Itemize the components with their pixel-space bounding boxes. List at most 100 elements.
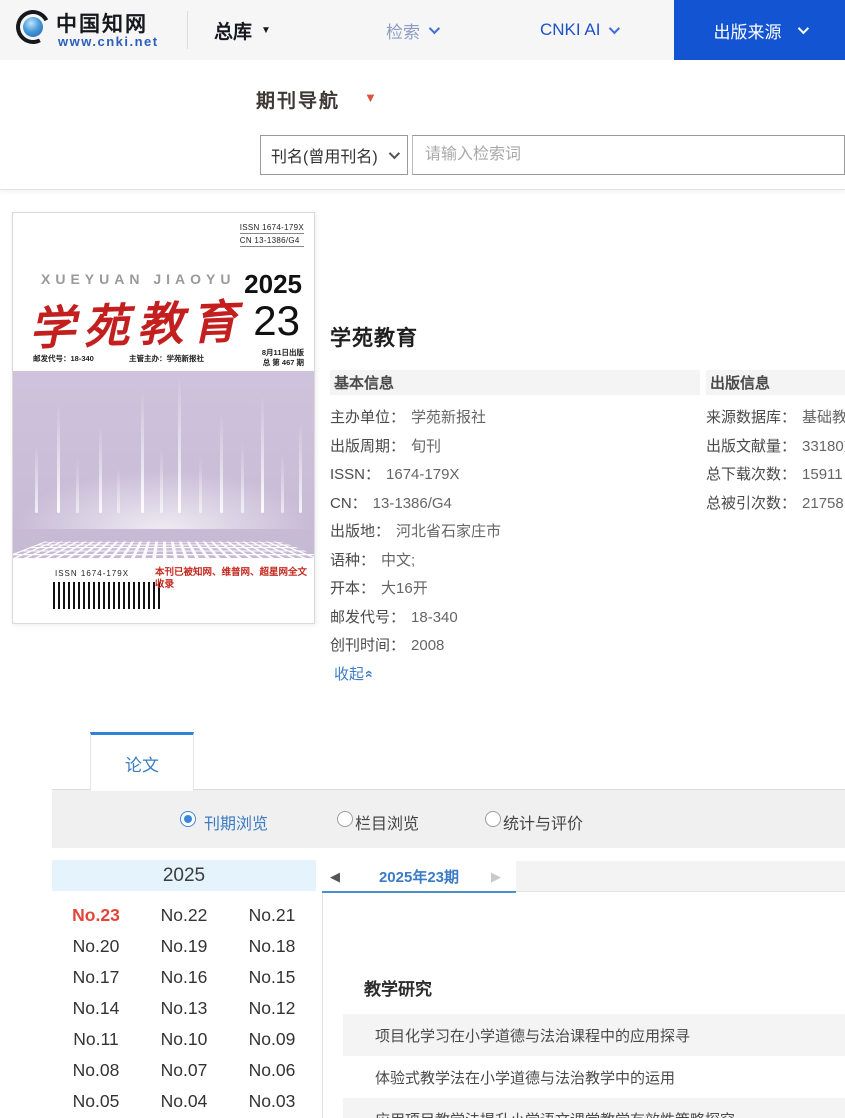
article-panel-left-border — [322, 893, 323, 1118]
pub-info-header: 出版信息 — [706, 370, 845, 395]
issue-link[interactable]: No.19 — [140, 931, 228, 962]
chevron-down-icon — [428, 22, 441, 35]
collapse-up-icon: « — [361, 670, 378, 678]
search-input[interactable] — [412, 135, 845, 175]
year-header[interactable]: 2025 — [52, 860, 316, 891]
issue-link[interactable]: No.21 — [228, 900, 316, 931]
radio-stats-evaluation[interactable] — [485, 811, 501, 827]
radio-column-browse[interactable] — [337, 811, 353, 827]
issue-link[interactable]: No.03 — [228, 1086, 316, 1117]
nav-divider — [187, 11, 188, 49]
info-row: 来源数据库：基础教育 — [706, 409, 845, 426]
issue-link[interactable]: No.04 — [140, 1086, 228, 1117]
article-title-link[interactable]: 应用项目教学法提升小学语文课堂教学有效性策略探究 — [375, 1109, 735, 1118]
info-row: 总被引次数： 21758 — [706, 495, 844, 512]
issue-link[interactable]: No.20 — [52, 931, 140, 962]
page: 中国知网 www.cnki.net 总库 ▼ 检索 CNKI AI 出版来源 期… — [0, 0, 845, 1118]
info-row: 出版地： 河北省石家庄市 — [330, 523, 502, 540]
cover-cn-text: CN 13-1386/G4 — [239, 236, 304, 247]
nav-search-label: 检索 — [386, 22, 420, 42]
current-issue-tab[interactable]: 2025年23期 — [322, 866, 516, 887]
article-title-link[interactable]: 体验式教学法在小学道德与法治教学中的运用 — [375, 1067, 675, 1088]
article-row[interactable]: 应用项目教学法提升小学语文课堂教学有效性策略探究 — [343, 1098, 845, 1118]
chevron-down-icon — [609, 22, 621, 35]
cover-bottom-section: ISSN 1674-179X 本刊已被知网、维普网、超星网全文收录 — [13, 559, 314, 623]
issue-link[interactable]: No.05 — [52, 1086, 140, 1117]
issue-link[interactable]: No.11 — [52, 1024, 140, 1055]
issue-link[interactable]: No.13 — [140, 993, 228, 1024]
issue-link[interactable]: No.16 — [140, 962, 228, 993]
nav-pubsource-label: 出版来源 — [713, 22, 782, 42]
issue-tabstrip-rest — [516, 861, 845, 892]
search-field-select-value: 刊名(曾用刊名) — [271, 149, 378, 166]
top-nav-bar: 中国知网 www.cnki.net 总库 ▼ 检索 CNKI AI 出版来源 — [0, 0, 845, 60]
info-row: 语种： 中文; — [330, 552, 416, 569]
issue-link[interactable]: No.18 — [228, 931, 316, 962]
radio-column-browse-label[interactable]: 栏目浏览 — [355, 810, 419, 834]
cover-included-note: 本刊已被知网、维普网、超星网全文收录 — [155, 567, 308, 590]
year-label: 2025 — [162, 864, 206, 886]
issue-link[interactable]: No.22 — [140, 900, 228, 931]
next-issue-arrow-icon[interactable]: ▶ — [491, 869, 501, 885]
issue-link[interactable]: No.12 — [228, 993, 316, 1024]
article-row[interactable]: 体验式教学法在小学道德与法治教学中的运用 — [343, 1056, 845, 1098]
nav-zongku-label: 总库 — [214, 21, 253, 43]
article-row[interactable]: 项目化学习在小学道德与法治课程中的应用探寻 — [343, 1014, 845, 1056]
info-row: 开本： 大16开 — [330, 580, 428, 597]
issue-link[interactable]: No.15 — [228, 962, 316, 993]
globe-icon — [11, 5, 55, 49]
cnki-logo[interactable]: 中国知网 www.cnki.net — [11, 5, 181, 52]
basic-info-header-label: 基本信息 — [334, 375, 395, 392]
cover-top-section: ISSN 1674-179X CN 13-1386/G4 XUEYUAN JIA… — [13, 213, 314, 371]
info-row: 邮发代号： 18-340 — [330, 609, 458, 626]
cover-issue-number: 23 — [253, 297, 300, 344]
cover-organizer: 主管主办：学苑新报社 — [129, 354, 204, 363]
barcode-graphic — [53, 582, 161, 609]
info-row: 创刊时间： 2008 — [330, 637, 445, 654]
issue-link[interactable]: No.10 — [140, 1024, 228, 1055]
logo-url-text: www.cnki.net — [58, 34, 159, 49]
radio-issue-browse[interactable] — [180, 811, 196, 827]
radio-issue-browse-label[interactable]: 刊期浏览 — [204, 810, 268, 834]
info-row: 主办单位： 学苑新报社 — [330, 409, 487, 426]
issue-link[interactable]: No.06 — [228, 1055, 316, 1086]
cover-postal-code: 邮发代号：18-340 — [33, 354, 94, 363]
issue-link[interactable]: No.08 — [52, 1055, 140, 1086]
cover-issn-text: ISSN 1674-179X — [239, 223, 304, 234]
caret-down-icon: ▼ — [261, 24, 271, 36]
journal-nav-dropdown-icon[interactable]: ▼ — [364, 90, 377, 105]
journal-nav-title[interactable]: 期刊导航 — [256, 86, 340, 113]
search-field-select[interactable]: 刊名(曾用刊名) — [260, 135, 408, 175]
cover-year: 2025 — [244, 269, 302, 299]
basic-info-header: 基本信息 — [330, 370, 700, 395]
tab-papers-label: 论文 — [125, 755, 159, 775]
article-section-title: 教学研究 — [364, 980, 432, 999]
article-title-link[interactable]: 项目化学习在小学道德与法治课程中的应用探寻 — [375, 1025, 690, 1046]
collapse-link[interactable]: 收起« — [334, 663, 378, 684]
cover-issn-block: ISSN 1674-179X CN 13-1386/G4 — [239, 223, 304, 249]
nav-item-zongku[interactable]: 总库 ▼ — [214, 0, 271, 60]
nav-ai-label: CNKI AI — [540, 20, 601, 39]
radio-stats-evaluation-label[interactable]: 统计与评价 — [503, 810, 583, 834]
tab-papers[interactable]: 论文 — [90, 732, 194, 791]
browse-mode-row: 刊期浏览 栏目浏览 统计与评价 — [52, 790, 845, 848]
issue-link-no23[interactable]: No.23 — [52, 900, 140, 931]
cover-bottom-issn: ISSN 1674-179X — [55, 569, 130, 578]
nav-item-cnki-ai[interactable]: CNKI AI — [540, 0, 621, 60]
chevron-down-icon — [388, 147, 401, 160]
issue-link[interactable]: No.07 — [140, 1055, 228, 1086]
journal-cover: ISSN 1674-179X CN 13-1386/G4 XUEYUAN JIA… — [12, 212, 315, 624]
cover-title-calligraphy: 学苑教育 — [28, 295, 246, 355]
info-row: 总下载次数： 15911 — [706, 466, 843, 483]
journal-title: 学苑教育 — [330, 327, 418, 350]
issue-link[interactable]: No.09 — [228, 1024, 316, 1055]
cover-total-issue: 总 第 467 期 — [262, 358, 304, 367]
issue-link[interactable]: No.14 — [52, 993, 140, 1024]
perspective-grid-graphic — [13, 541, 314, 559]
nav-item-publication-source[interactable]: 出版来源 — [674, 0, 845, 60]
nav-item-search[interactable]: 检索 — [386, 0, 441, 60]
info-row: 出版文献量：33180篇 — [706, 438, 845, 455]
issue-link[interactable]: No.17 — [52, 962, 140, 993]
info-row: ISSN： 1674-179X — [330, 466, 460, 483]
journal-nav-search-band: 期刊导航 ▼ 刊名(曾用刊名) — [0, 60, 845, 190]
